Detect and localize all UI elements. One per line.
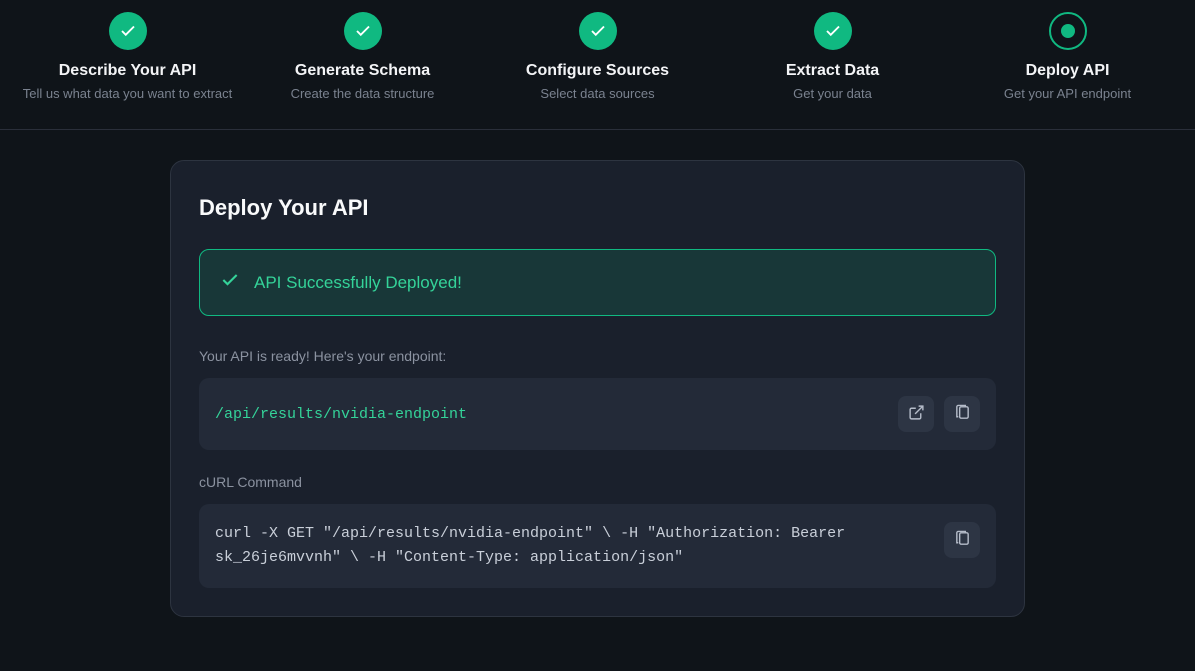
success-banner: API Successfully Deployed!	[199, 249, 996, 316]
step-subtitle: Get your API endpoint	[1004, 86, 1131, 101]
check-icon	[814, 12, 852, 50]
step-subtitle: Tell us what data you want to extract	[23, 86, 233, 101]
step-title: Deploy API	[1026, 62, 1110, 80]
step-subtitle: Get your data	[793, 86, 872, 101]
step-subtitle: Select data sources	[540, 86, 654, 101]
curl-row: curl -X GET "/api/results/nvidia-endpoin…	[199, 504, 996, 588]
step-title: Configure Sources	[526, 62, 669, 80]
endpoint-actions	[898, 396, 980, 432]
open-endpoint-button[interactable]	[898, 396, 934, 432]
check-icon	[579, 12, 617, 50]
deploy-card: Deploy Your API API Successfully Deploye…	[170, 160, 1025, 617]
external-link-icon	[908, 404, 925, 424]
step-title: Extract Data	[786, 62, 879, 80]
step-extract-data[interactable]: Extract Data Get your data	[715, 12, 950, 101]
step-subtitle: Create the data structure	[291, 86, 435, 101]
endpoint-path: /api/results/nvidia-endpoint	[215, 406, 467, 423]
check-icon	[344, 12, 382, 50]
clipboard-icon	[954, 404, 971, 424]
card-title: Deploy Your API	[199, 195, 996, 221]
clipboard-icon	[954, 530, 971, 550]
step-title: Generate Schema	[295, 62, 430, 80]
active-dot-icon	[1049, 12, 1087, 50]
step-generate-schema[interactable]: Generate Schema Create the data structur…	[245, 12, 480, 101]
progress-stepper: Describe Your API Tell us what data you …	[0, 0, 1195, 130]
check-icon	[220, 270, 240, 295]
success-message: API Successfully Deployed!	[254, 273, 462, 293]
step-configure-sources[interactable]: Configure Sources Select data sources	[480, 12, 715, 101]
step-describe-api[interactable]: Describe Your API Tell us what data you …	[10, 12, 245, 101]
copy-curl-button[interactable]	[944, 522, 980, 558]
curl-label: cURL Command	[199, 474, 996, 490]
endpoint-row: /api/results/nvidia-endpoint	[199, 378, 996, 450]
check-icon	[109, 12, 147, 50]
endpoint-label: Your API is ready! Here's your endpoint:	[199, 348, 996, 364]
step-deploy-api[interactable]: Deploy API Get your API endpoint	[950, 12, 1185, 101]
copy-endpoint-button[interactable]	[944, 396, 980, 432]
curl-command: curl -X GET "/api/results/nvidia-endpoin…	[215, 522, 928, 570]
step-title: Describe Your API	[59, 62, 197, 80]
